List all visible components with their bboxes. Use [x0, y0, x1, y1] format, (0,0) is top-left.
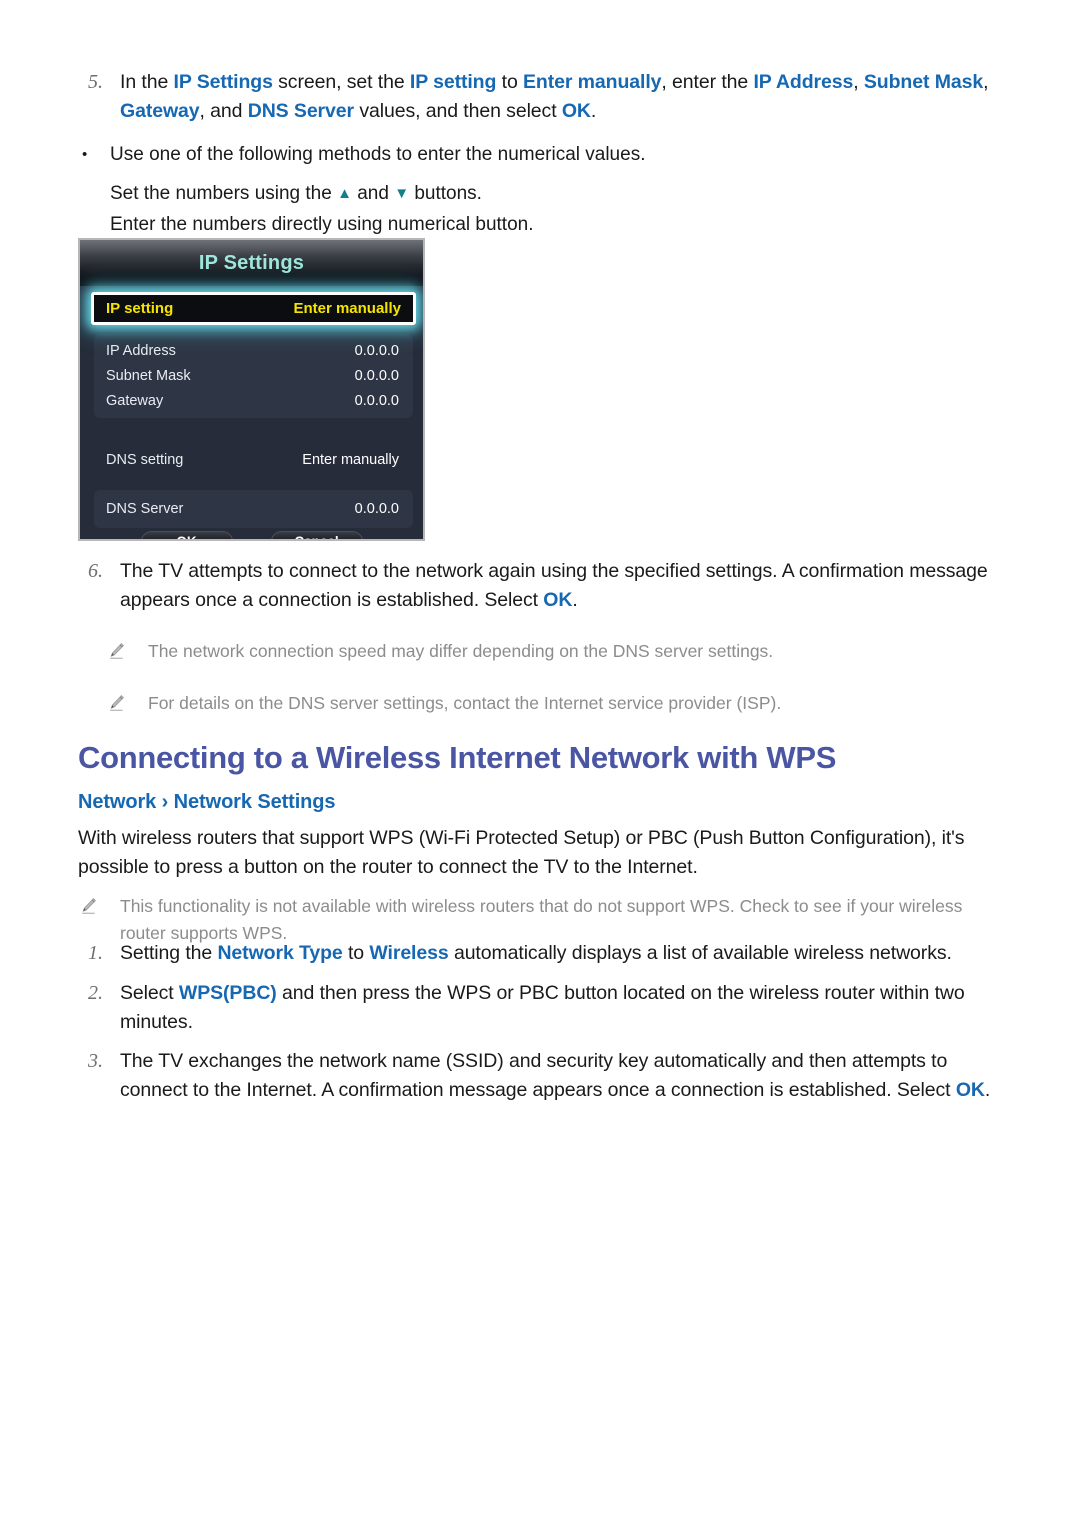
- step-text: Setting the Network Type to Wireless aut…: [120, 939, 1023, 968]
- step-number: 1.: [88, 942, 103, 964]
- highlighted-term: Wireless: [369, 942, 449, 964]
- dialog-ok-button[interactable]: OK: [140, 531, 233, 539]
- row-value: 0.0.0.0: [354, 367, 399, 384]
- step-number: 5.: [88, 71, 103, 93]
- arrow-down-icon: ▼: [394, 185, 410, 202]
- text-run: automatically displays a list of availab…: [448, 942, 952, 964]
- bullet-text: Use one of the following methods to ente…: [110, 144, 646, 165]
- breadcrumb: Network › Network Settings: [78, 791, 336, 813]
- pencil-icon: [108, 638, 148, 660]
- step-text: The TV attempts to connect to the networ…: [120, 557, 998, 615]
- text-run: The TV exchanges the network name (SSID)…: [120, 1050, 956, 1101]
- pencil-icon: [108, 690, 148, 712]
- dialog-address-group: IP Address 0.0.0.0 Subnet Mask 0.0.0.0 G…: [94, 334, 413, 418]
- dialog-row-dns-server[interactable]: DNS Server 0.0.0.0: [94, 496, 413, 521]
- highlighted-term: OK: [955, 1079, 985, 1101]
- sub-line-mid: and: [351, 183, 395, 204]
- dialog-dns-group: DNS Server 0.0.0.0: [94, 490, 413, 528]
- sub-line-arrows: Set the numbers using the ▲ and ▼ button…: [110, 179, 978, 208]
- highlighted-term: Network Type: [217, 942, 343, 964]
- text-run: .: [984, 1079, 991, 1101]
- page-title: Connecting to a Wireless Internet Networ…: [78, 740, 837, 775]
- ip-settings-dialog-image: IP Settings IP setting Enter manually IP…: [78, 238, 425, 541]
- text-run: to: [496, 71, 524, 93]
- sub-line-prefix: Set the numbers using the: [110, 183, 338, 204]
- step-text: The TV exchanges the network name (SSID)…: [120, 1047, 1018, 1105]
- text-run: , and: [199, 100, 248, 122]
- step-item-5: 5. In the IP Settings screen, set the IP…: [78, 68, 998, 126]
- pencil-icon: [80, 893, 120, 915]
- row-label: IP setting: [106, 300, 174, 317]
- note-text: For details on the DNS server settings, …: [148, 693, 782, 713]
- dialog-row-gateway[interactable]: Gateway 0.0.0.0: [94, 388, 413, 413]
- row-value: Enter manually: [293, 300, 401, 317]
- dialog-body: IP setting Enter manually IP Address 0.0…: [80, 286, 423, 539]
- dialog-row-dns-setting[interactable]: DNS setting Enter manually: [94, 446, 413, 474]
- note-item: The network connection speed may differ …: [108, 638, 1080, 665]
- note-item: For details on the DNS server settings, …: [108, 690, 1080, 717]
- text-run: ,: [983, 71, 989, 93]
- section-intro-text: With wireless routers that support WPS (…: [78, 827, 965, 878]
- step-text: Select WPS(PBC) and then press the WPS o…: [120, 979, 1023, 1037]
- sub-line-suffix: buttons.: [409, 183, 482, 204]
- highlighted-term: IP Settings: [173, 71, 273, 93]
- text-run: Setting the: [120, 942, 218, 964]
- row-value: 0.0.0.0: [354, 342, 399, 359]
- step-number: 2.: [88, 982, 103, 1004]
- dialog-row-ip-setting[interactable]: IP setting Enter manually: [91, 292, 416, 325]
- arrow-up-icon: ▲: [337, 185, 352, 202]
- highlighted-term: Subnet Mask: [863, 71, 984, 93]
- row-value: Enter manually: [302, 452, 399, 468]
- dialog-button-bar: OK Cancel: [80, 531, 423, 539]
- row-label: IP Address: [106, 342, 176, 359]
- text-run: values, and then select: [354, 100, 562, 122]
- dialog-row-subnet-mask[interactable]: Subnet Mask 0.0.0.0: [94, 363, 413, 388]
- sub-line-numeric: Enter the numbers directly using numeric…: [110, 214, 534, 235]
- highlighted-term: DNS Server: [247, 100, 355, 122]
- step-item-1: 1. Setting the Network Type to Wireless …: [78, 939, 1023, 968]
- highlighted-term: IP Address: [753, 71, 854, 93]
- text-run: , enter the: [661, 71, 754, 93]
- text-run: Select: [120, 982, 179, 1004]
- step-number: 6.: [88, 560, 103, 582]
- text-run: .: [572, 589, 578, 611]
- step-item-3: 3. The TV exchanges the network name (SS…: [78, 1047, 1018, 1105]
- row-label: DNS setting: [106, 452, 184, 468]
- step-number: 3.: [88, 1050, 103, 1072]
- dialog-row-ip-address[interactable]: IP Address 0.0.0.0: [94, 338, 413, 363]
- row-value: 0.0.0.0: [354, 392, 399, 409]
- step-item-2: 2. Select WPS(PBC) and then press the WP…: [78, 979, 1023, 1037]
- step-text: In the IP Settings screen, set the IP se…: [120, 68, 998, 126]
- row-label: Gateway: [106, 392, 164, 409]
- row-value: 0.0.0.0: [354, 500, 399, 517]
- highlighted-term: WPS(PBC): [178, 982, 277, 1004]
- row-label: Subnet Mask: [106, 367, 191, 384]
- dialog-cancel-button[interactable]: Cancel: [270, 531, 363, 539]
- document-page: 5. In the IP Settings screen, set the IP…: [0, 0, 1080, 1527]
- bullet-icon: •: [82, 146, 88, 163]
- text-run: screen, set the: [272, 71, 410, 93]
- note-text: The network connection speed may differ …: [148, 641, 774, 661]
- highlighted-term: IP setting: [409, 71, 497, 93]
- highlighted-term: OK: [543, 589, 573, 611]
- step-item-6: 6. The TV attempts to connect to the net…: [78, 557, 998, 615]
- highlighted-term: Gateway: [120, 100, 200, 122]
- text-run: to: [342, 942, 370, 964]
- text-run: ,: [853, 71, 864, 93]
- text-run: In the: [120, 71, 174, 93]
- highlighted-term: OK: [561, 100, 591, 122]
- highlighted-term: Enter manually: [523, 71, 662, 93]
- bullet-item: • Use one of the following methods to en…: [78, 140, 978, 169]
- text-run: .: [590, 100, 597, 122]
- dialog-titlebar: IP Settings: [80, 240, 423, 286]
- dialog-title: IP Settings: [198, 251, 305, 274]
- row-label: DNS Server: [106, 500, 184, 517]
